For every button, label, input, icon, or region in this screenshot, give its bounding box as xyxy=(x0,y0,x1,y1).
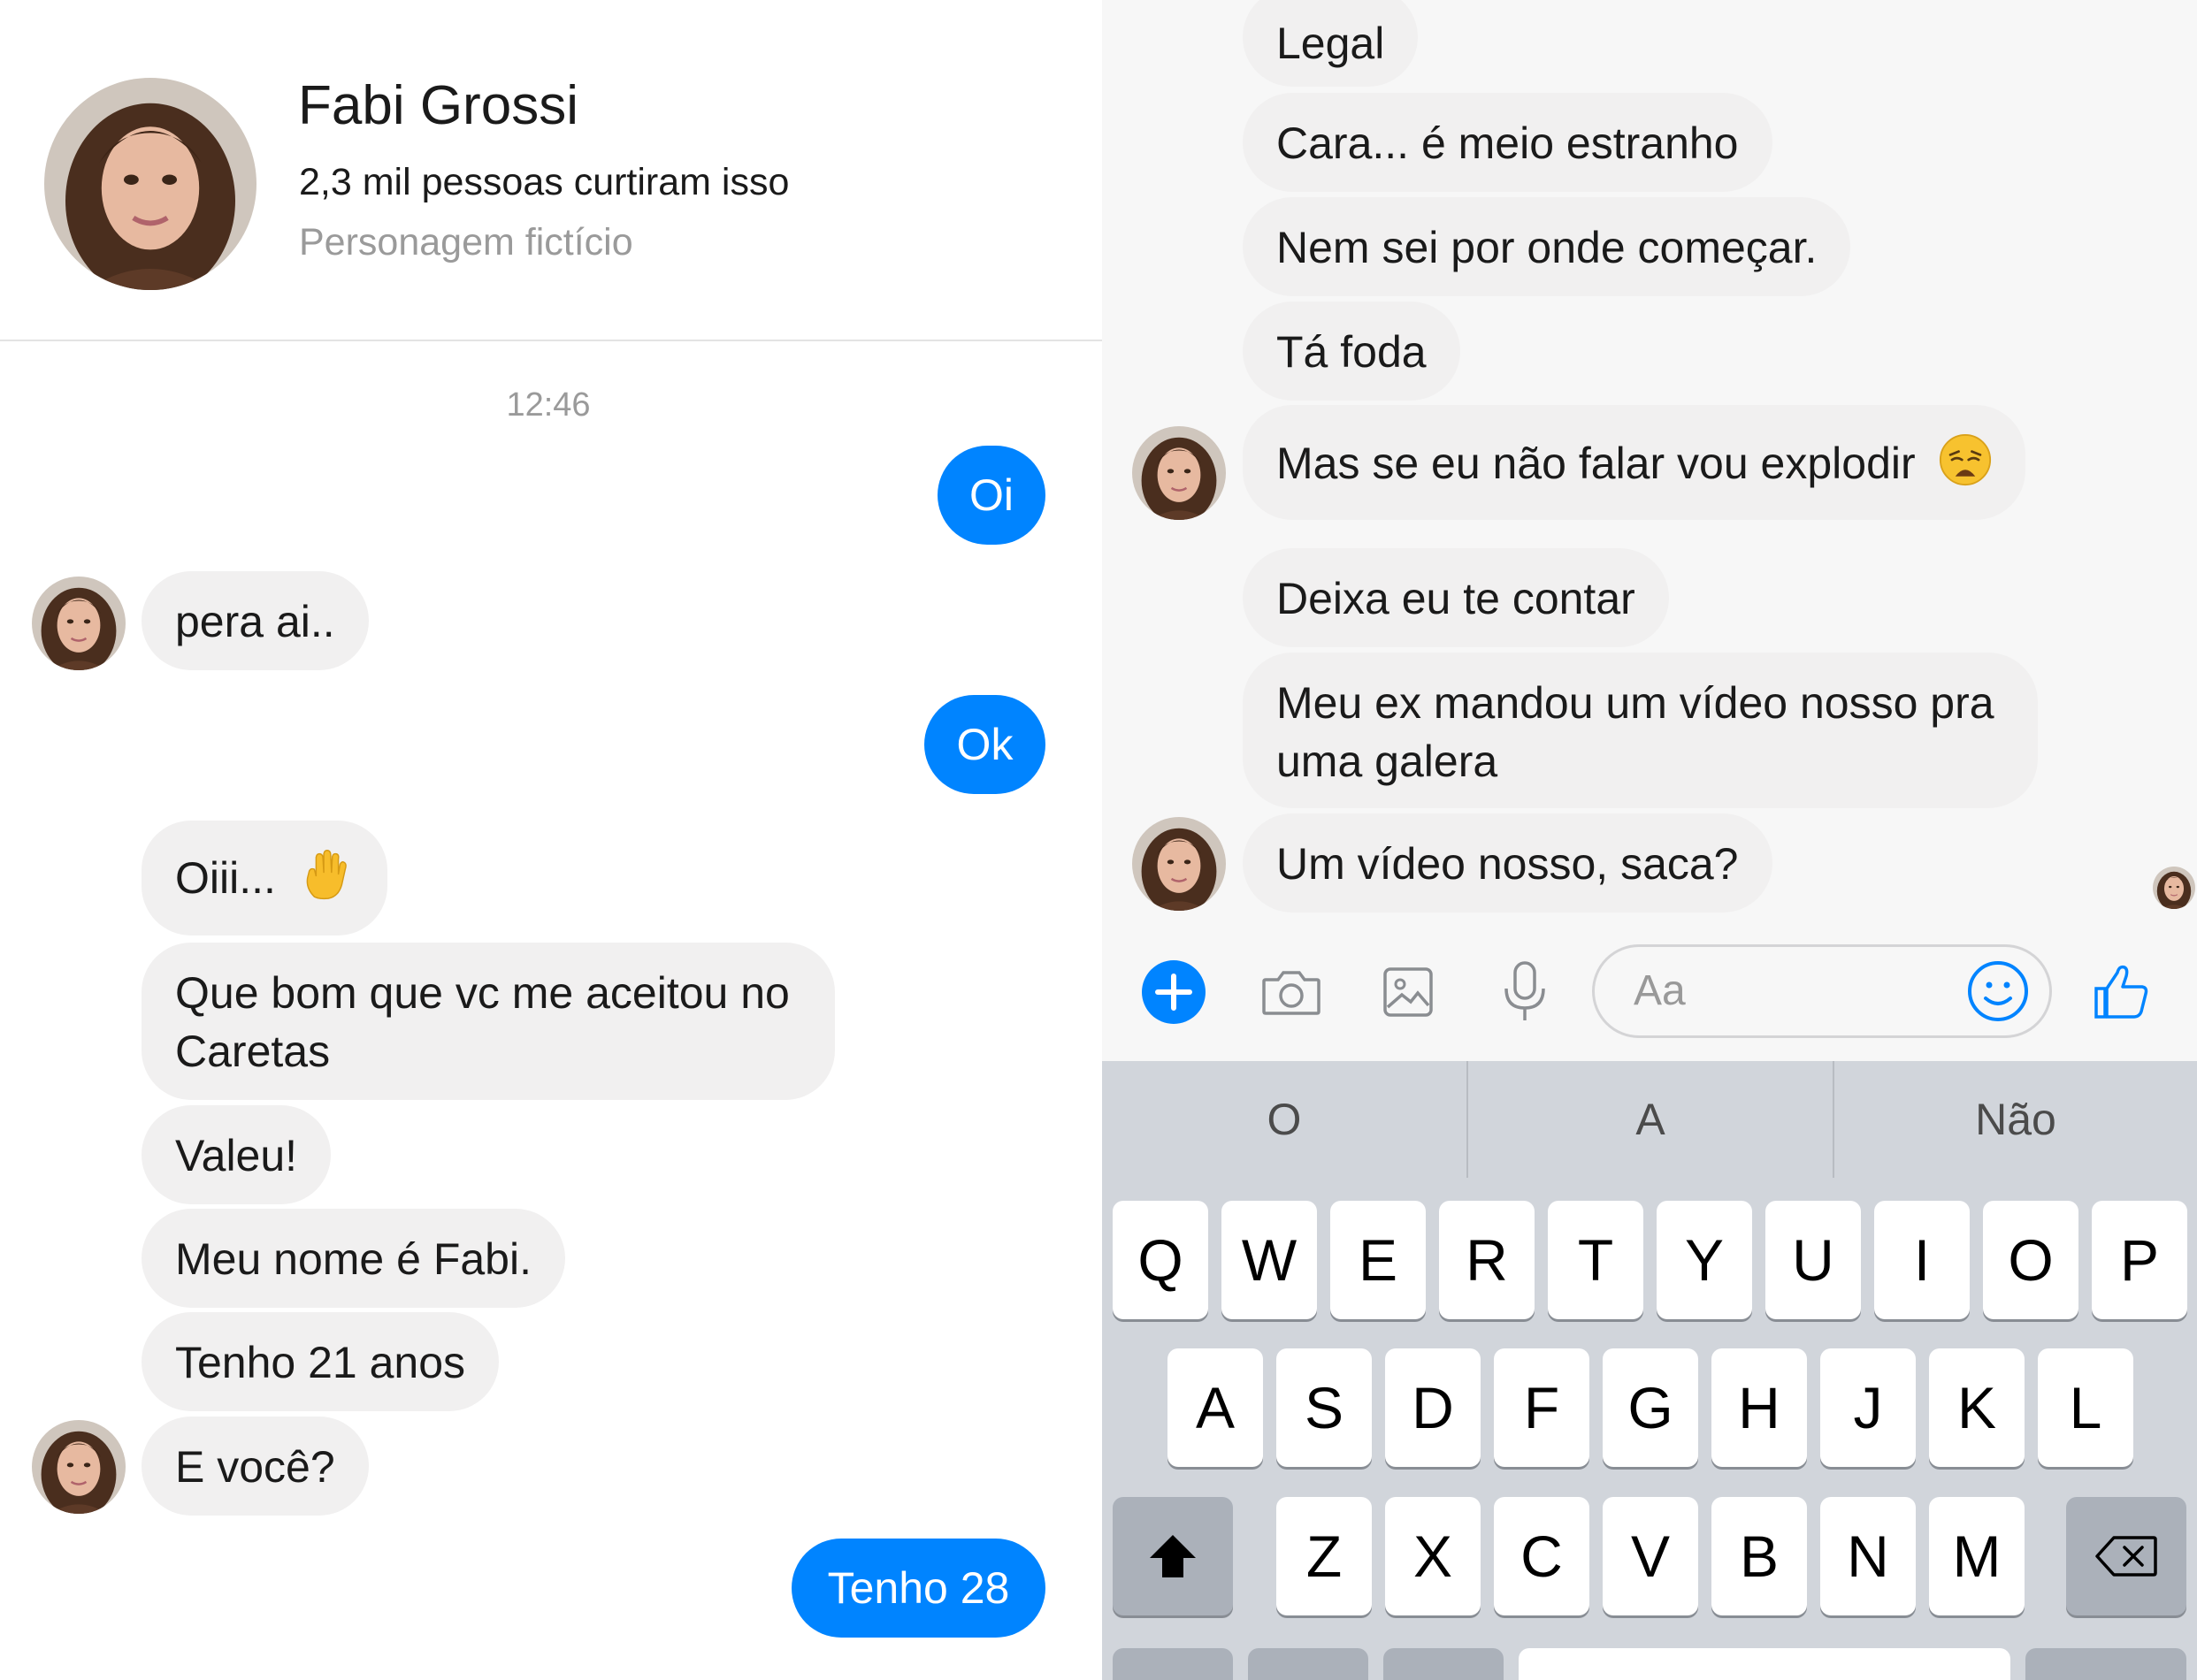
key[interactable]: N xyxy=(1820,1497,1916,1615)
header-divider xyxy=(0,340,1102,341)
sender-avatar[interactable] xyxy=(1132,817,1226,911)
backspace-icon xyxy=(2095,1536,2157,1577)
message-input-placeholder: Aa xyxy=(1634,967,1686,1014)
message-bubble-incoming[interactable]: Valeu! xyxy=(142,1105,332,1204)
message-bubble-incoming[interactable]: Tá foda xyxy=(1243,302,1460,401)
globe-key[interactable] xyxy=(1248,1648,1368,1680)
prediction-2[interactable]: A xyxy=(1468,1061,1833,1178)
key[interactable]: Y xyxy=(1657,1201,1752,1319)
numbers-key[interactable] xyxy=(1113,1648,1233,1680)
message-bubble-outgoing[interactable]: Oi xyxy=(938,446,1045,545)
message-text: Mas se eu não falar vou explodir xyxy=(1276,439,1916,489)
conversation-panel-right: Legal Cara... é meio estranho Nem sei po… xyxy=(1102,0,2197,1680)
message-bubble-incoming[interactable]: Mas se eu não falar vou explodir xyxy=(1243,405,2025,520)
key[interactable]: P xyxy=(2092,1201,2187,1319)
keyboard: O A Não Q W E R T Y U I O P A S D F G H … xyxy=(1102,1061,2197,1680)
key[interactable]: U xyxy=(1765,1201,1861,1319)
weary-face-emoji-icon xyxy=(1939,433,1992,500)
message-bubble-incoming[interactable]: Legal xyxy=(1243,0,1419,87)
key[interactable]: R xyxy=(1439,1201,1535,1319)
message-bubble-incoming[interactable]: Nem sei por onde começar. xyxy=(1243,197,1851,296)
conversation-panel-left: Fabi Grossi 2,3 mil pessoas curtiram iss… xyxy=(0,0,1102,1680)
message-bubble-outgoing[interactable]: Ok xyxy=(924,695,1045,794)
key[interactable]: W xyxy=(1221,1201,1317,1319)
dictation-key[interactable] xyxy=(1383,1648,1504,1680)
emoji-icon[interactable] xyxy=(1966,959,2030,1023)
key[interactable]: F xyxy=(1494,1348,1589,1467)
conversation-timestamp: 12:46 xyxy=(506,386,591,424)
key[interactable]: Q xyxy=(1113,1201,1208,1319)
prediction-3[interactable]: Não xyxy=(1834,1061,2197,1178)
message-bubble-incoming[interactable]: Um vídeo nosso, saca? xyxy=(1243,813,1772,913)
read-receipt-avatar xyxy=(2153,867,2195,909)
message-bubble-incoming[interactable]: Que bom que vc me aceitou no Caretas xyxy=(142,943,835,1100)
profile-likes: 2,3 mil pessoas curtiram isso xyxy=(299,161,790,203)
message-bubble-incoming[interactable]: Deixa eu te contar xyxy=(1243,548,1669,647)
microphone-icon[interactable] xyxy=(1489,957,1560,1027)
backspace-key[interactable] xyxy=(2066,1497,2186,1615)
key[interactable]: T xyxy=(1548,1201,1643,1319)
shift-key[interactable] xyxy=(1113,1497,1233,1615)
key[interactable]: X xyxy=(1385,1497,1481,1615)
key[interactable]: G xyxy=(1603,1348,1698,1467)
camera-icon[interactable] xyxy=(1256,957,1327,1027)
message-bubble-incoming[interactable]: pera ai.. xyxy=(142,571,369,670)
thumbs-up-icon[interactable] xyxy=(2086,957,2156,1027)
key[interactable]: K xyxy=(1929,1348,2025,1467)
key[interactable]: M xyxy=(1929,1497,2025,1615)
sender-avatar[interactable] xyxy=(32,577,126,670)
sender-avatar[interactable] xyxy=(32,1420,126,1514)
message-bubble-incoming[interactable]: Cara... é meio estranho xyxy=(1243,93,1772,192)
profile-category: Personagem fictício xyxy=(299,221,633,263)
key[interactable]: L xyxy=(2038,1348,2133,1467)
message-bubble-incoming[interactable]: Tenho 21 anos xyxy=(142,1312,500,1411)
image-icon[interactable] xyxy=(1373,957,1443,1027)
key[interactable]: A xyxy=(1167,1348,1263,1467)
sender-avatar[interactable] xyxy=(1132,426,1226,520)
prediction-1[interactable]: O xyxy=(1102,1061,1466,1178)
key[interactable]: Z xyxy=(1276,1497,1372,1615)
message-input[interactable]: Aa xyxy=(1592,944,2052,1038)
space-key[interactable] xyxy=(1519,1648,2010,1680)
predictive-bar: O A Não xyxy=(1102,1061,2197,1178)
key[interactable]: D xyxy=(1385,1348,1481,1467)
key[interactable]: I xyxy=(1874,1201,1970,1319)
message-bubble-outgoing[interactable]: Tenho 28 xyxy=(792,1539,1045,1638)
message-bubble-incoming[interactable]: E você? xyxy=(142,1417,369,1516)
raised-hand-emoji-icon xyxy=(299,847,354,916)
key[interactable]: V xyxy=(1603,1497,1698,1615)
message-bubble-incoming[interactable]: Meu ex mandou um vídeo nosso pra uma gal… xyxy=(1243,653,2038,808)
message-bubble-incoming[interactable]: Meu nome é Fabi. xyxy=(142,1209,565,1308)
key[interactable]: S xyxy=(1276,1348,1372,1467)
message-bubble-incoming[interactable]: Oiii... xyxy=(142,821,387,935)
message-text: Oiii... xyxy=(175,853,276,904)
profile-name: Fabi Grossi xyxy=(298,75,578,136)
key[interactable]: C xyxy=(1494,1497,1589,1615)
key[interactable]: H xyxy=(1711,1348,1807,1467)
key[interactable]: E xyxy=(1330,1201,1426,1319)
key[interactable]: B xyxy=(1711,1497,1807,1615)
profile-avatar[interactable] xyxy=(44,78,256,290)
return-key[interactable] xyxy=(2025,1648,2186,1680)
shift-icon xyxy=(1150,1535,1196,1577)
key[interactable]: J xyxy=(1820,1348,1916,1467)
key[interactable]: O xyxy=(1983,1201,2078,1319)
plus-icon[interactable] xyxy=(1138,957,1209,1027)
